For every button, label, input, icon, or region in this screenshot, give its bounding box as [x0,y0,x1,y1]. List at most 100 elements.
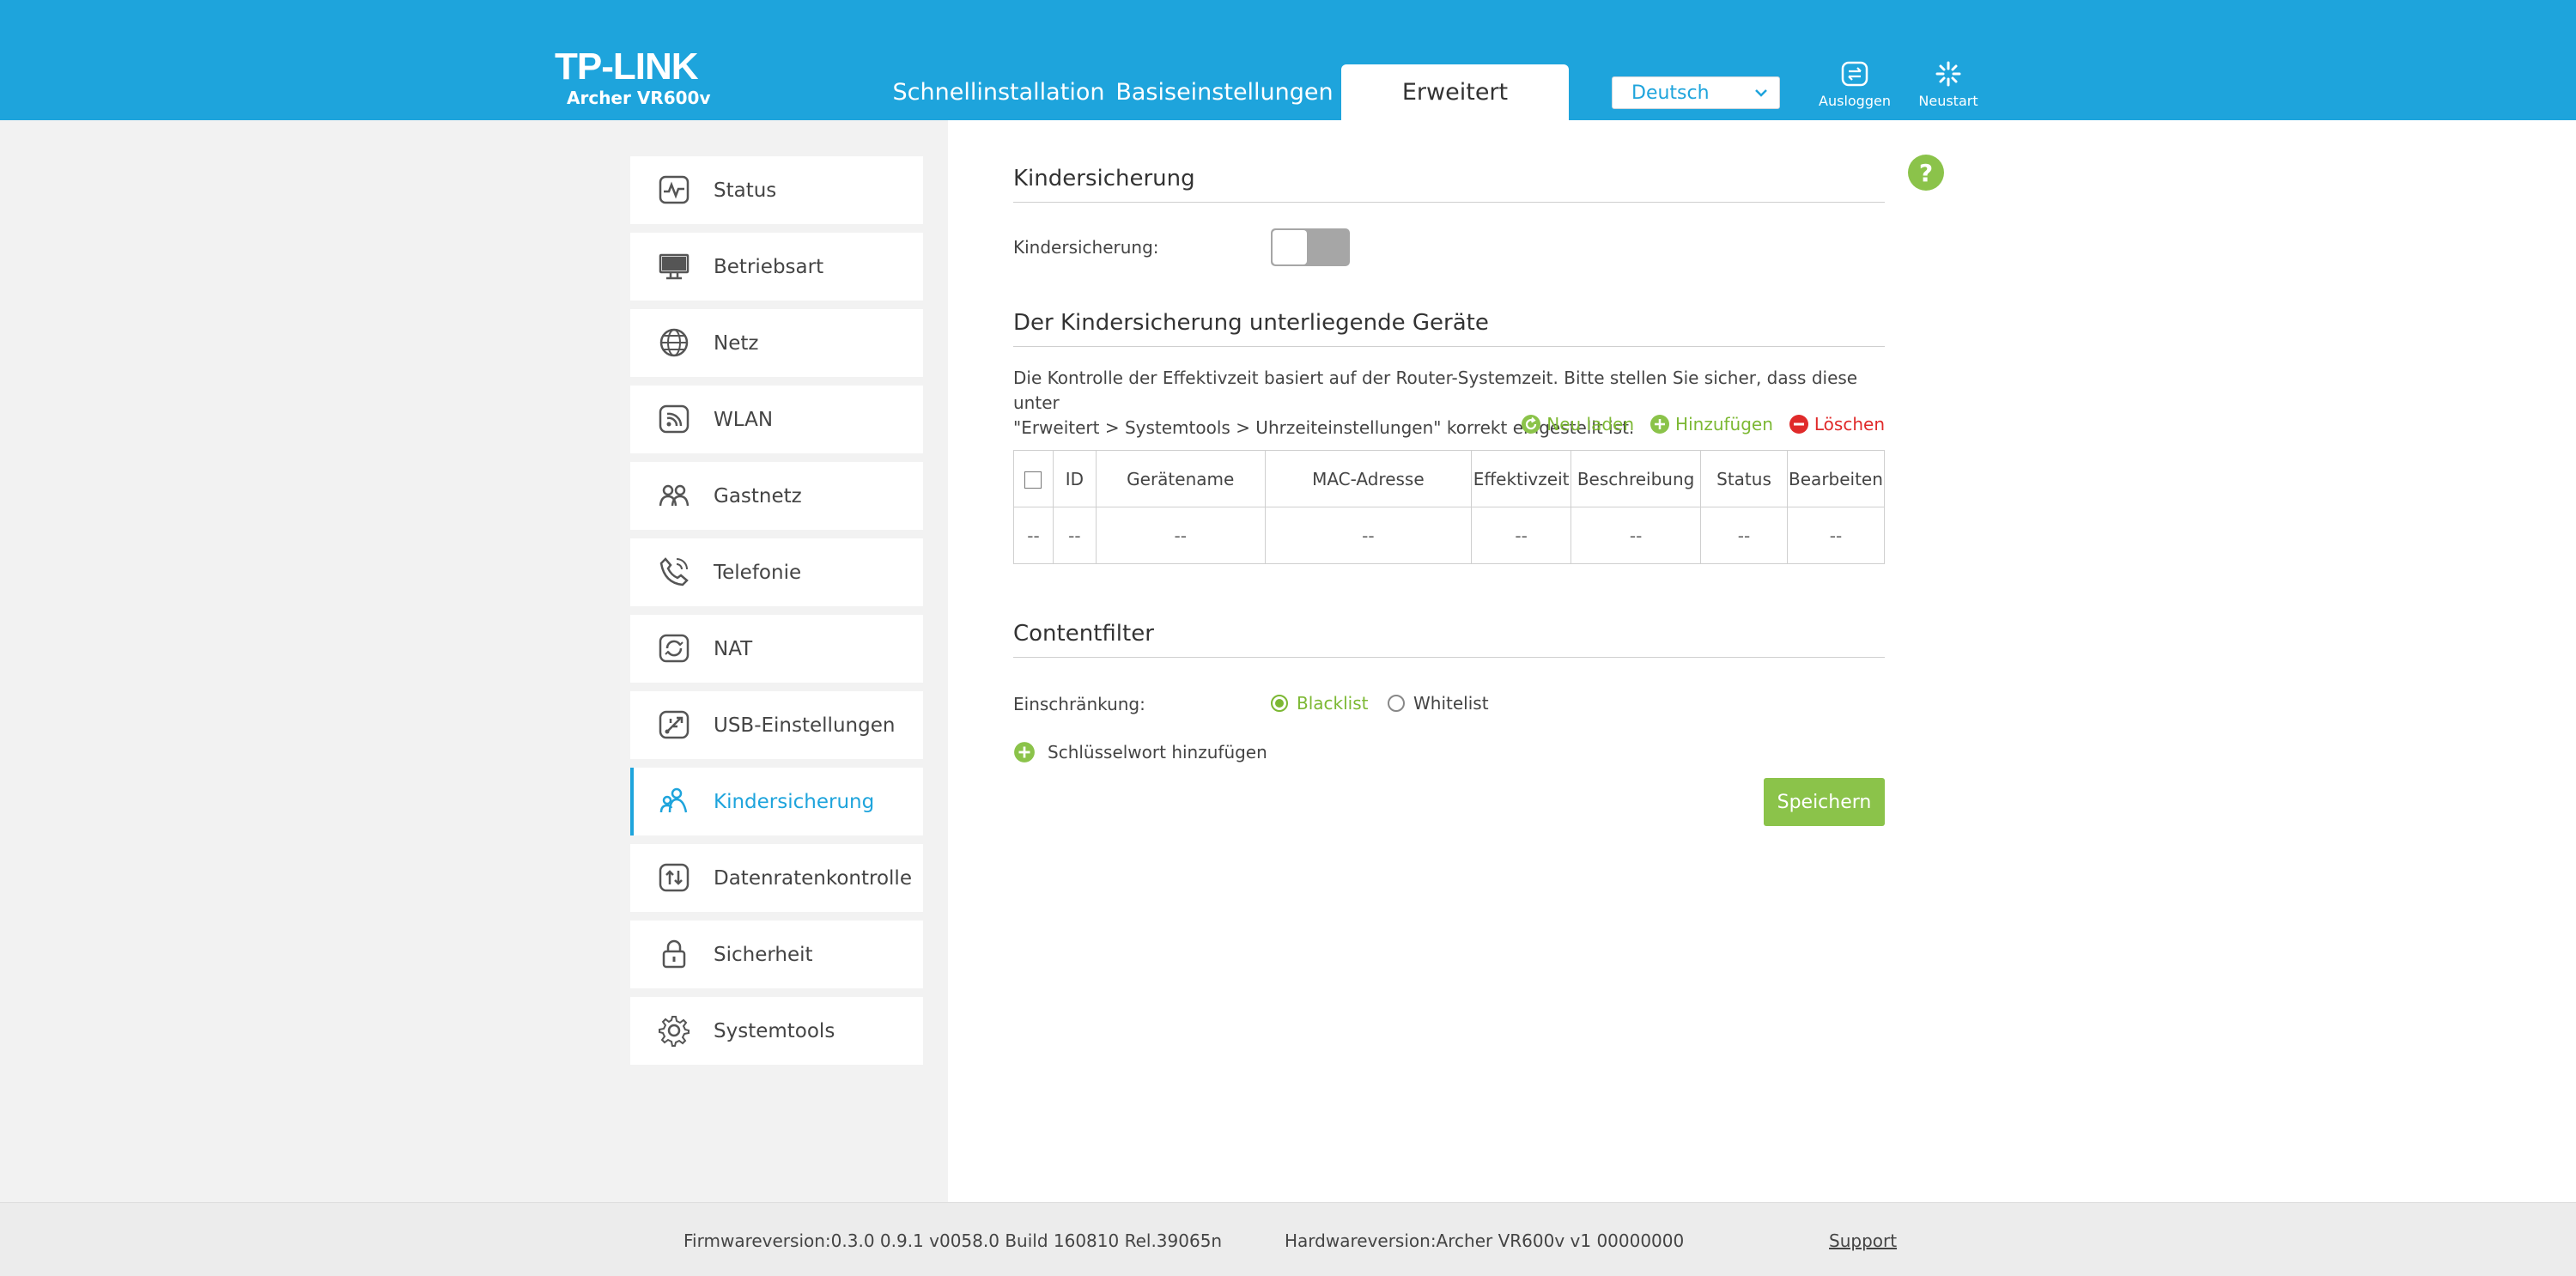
sidebar-item-label: USB-Einstellungen [714,714,896,737]
restart-icon [1935,61,1961,87]
whitelist-radio-option[interactable]: Whitelist [1388,693,1489,714]
logout-icon [1841,61,1868,87]
language-value: Deutsch [1631,82,1710,104]
column-header: MAC-Adresse [1264,450,1473,507]
parental-section-title: Kindersicherung [1013,155,1885,203]
table-cell: -- [1013,507,1054,564]
sidebar-item-sicherheit[interactable]: Sicherheit [630,921,923,988]
column-header: Gerätename [1095,450,1266,507]
usb-icon [659,710,690,739]
devices-section-title: Der Kindersicherung unterliegende Geräte [1013,299,1885,347]
sidebar-item-usb-einstellungen[interactable]: USB-Einstellungen [630,691,923,759]
restriction-label: Einschränkung: [1013,694,1145,714]
restart-button[interactable]: Neustart [1901,60,1996,113]
sidebar-item-label: Sicherheit [714,943,813,966]
minus-icon [1789,415,1808,434]
column-header: Beschreibung [1571,450,1702,507]
save-button[interactable]: Speichern [1764,778,1885,826]
table-actions: Neu laden Hinzufügen Löschen [1521,414,1885,434]
tab-schnellinstallation[interactable]: Schnellinstallation [893,64,1105,120]
reload-icon [1522,415,1541,434]
delete-button[interactable]: Löschen [1789,414,1885,434]
parental-icon [659,787,688,813]
whitelist-radio[interactable] [1388,695,1405,712]
select-all-cell[interactable] [1013,450,1054,507]
delete-label: Löschen [1814,414,1885,434]
add-keyword-button[interactable]: Schlüsselwort hinzufügen [1013,741,1267,763]
tab-erweitert[interactable]: Erweitert [1341,64,1569,120]
blacklist-radio[interactable] [1271,695,1288,712]
sidebar-item-netz[interactable]: Netz [630,309,923,377]
chevron-down-icon [1755,89,1767,97]
nat-icon [659,634,690,663]
contentfilter-section-title: Contentfilter [1013,610,1885,658]
sidebar: Status Betriebsart Netz WLAN Gastnetz Te… [630,156,923,1073]
monitor-icon [659,253,690,280]
hardware-version: Hardwareversion:Archer VR600v v1 0000000… [1285,1230,1685,1251]
whitelist-label: Whitelist [1413,693,1489,714]
toggle-knob [1273,230,1307,264]
guests-icon [659,484,690,507]
select-all-checkbox[interactable] [1024,471,1042,489]
table-row: -- -- -- -- -- -- -- -- [1013,507,1886,564]
footer: Firmwareversion:0.3.0 0.9.1 v0058.0 Buil… [0,1202,2576,1276]
globe-icon [659,328,689,357]
column-header: Effektivzeit [1471,450,1572,507]
sidebar-item-label: Datenratenkontrolle [714,866,912,890]
sidebar-item-gastnetz[interactable]: Gastnetz [630,462,923,530]
sidebar-item-label: Systemtools [714,1019,835,1042]
sidebar-item-label: Kindersicherung [714,790,875,813]
gear-icon [659,1016,690,1047]
sidebar-item-label: NAT [714,637,753,660]
sidebar-item-betriebsart[interactable]: Betriebsart [630,233,923,301]
column-header: Bearbeiten [1786,450,1886,507]
parental-toggle[interactable] [1271,228,1350,266]
tp-link-logo: TP-LINK Archer VR600v [555,48,711,109]
sidebar-item-label: Status [714,179,777,202]
sidebar-item-telefonie[interactable]: Telefonie [630,538,923,606]
sidebar-item-status[interactable]: Status [630,156,923,224]
phone-icon [659,557,689,586]
blacklist-label: Blacklist [1297,693,1369,714]
logout-button[interactable]: Ausloggen [1807,60,1902,113]
reload-button[interactable]: Neu laden [1521,414,1634,434]
table-cell: -- [1264,507,1473,564]
sidebar-item-systemtools[interactable]: Systemtools [630,997,923,1065]
devices-table: ID Gerätename MAC-Adresse Effektivzeit B… [1013,450,1886,564]
support-link[interactable]: Support [1829,1230,1897,1251]
sidebar-item-label: Betriebsart [714,255,824,278]
table-cell: -- [1700,507,1788,564]
sidebar-item-label: WLAN [714,408,774,431]
plus-icon [1014,742,1035,763]
bandwidth-icon [659,863,690,892]
sidebar-item-label: Netz [714,331,759,355]
model-name: Archer VR600v [567,88,711,108]
language-select[interactable]: Deutsch [1612,76,1780,109]
table-cell: -- [1786,507,1886,564]
lock-icon [662,939,686,969]
firmware-version: Firmwareversion:0.3.0 0.9.1 v0058.0 Buil… [683,1230,1223,1251]
table-header-row: ID Gerätename MAC-Adresse Effektivzeit B… [1013,450,1886,507]
column-header: Status [1700,450,1788,507]
add-keyword-label: Schlüsselwort hinzufügen [1048,742,1267,763]
table-cell: -- [1471,507,1572,564]
pulse-icon [659,175,690,204]
logout-label: Ausloggen [1819,93,1891,109]
add-label: Hinzufügen [1675,414,1773,434]
sidebar-item-nat[interactable]: NAT [630,615,923,683]
restart-label: Neustart [1918,93,1978,109]
sidebar-item-datenratenkontrolle[interactable]: Datenratenkontrolle [630,844,923,912]
reload-label: Neu laden [1546,414,1635,434]
help-button[interactable]: ? [1908,155,1944,191]
parental-toggle-label: Kindersicherung: [1013,237,1159,258]
sidebar-item-kindersicherung[interactable]: Kindersicherung [630,768,923,835]
column-header: ID [1052,450,1097,507]
blacklist-radio-option[interactable]: Blacklist [1271,693,1369,714]
sidebar-item-wlan[interactable]: WLAN [630,386,923,453]
sidebar-item-label: Telefonie [714,561,802,584]
tab-basiseinstellungen[interactable]: Basiseinstellungen [1115,64,1333,120]
add-device-button[interactable]: Hinzufügen [1649,414,1773,434]
note-line-1: Die Kontrolle der Effektivzeit basiert a… [1013,368,1858,413]
table-cell: -- [1095,507,1266,564]
table-cell: -- [1052,507,1097,564]
